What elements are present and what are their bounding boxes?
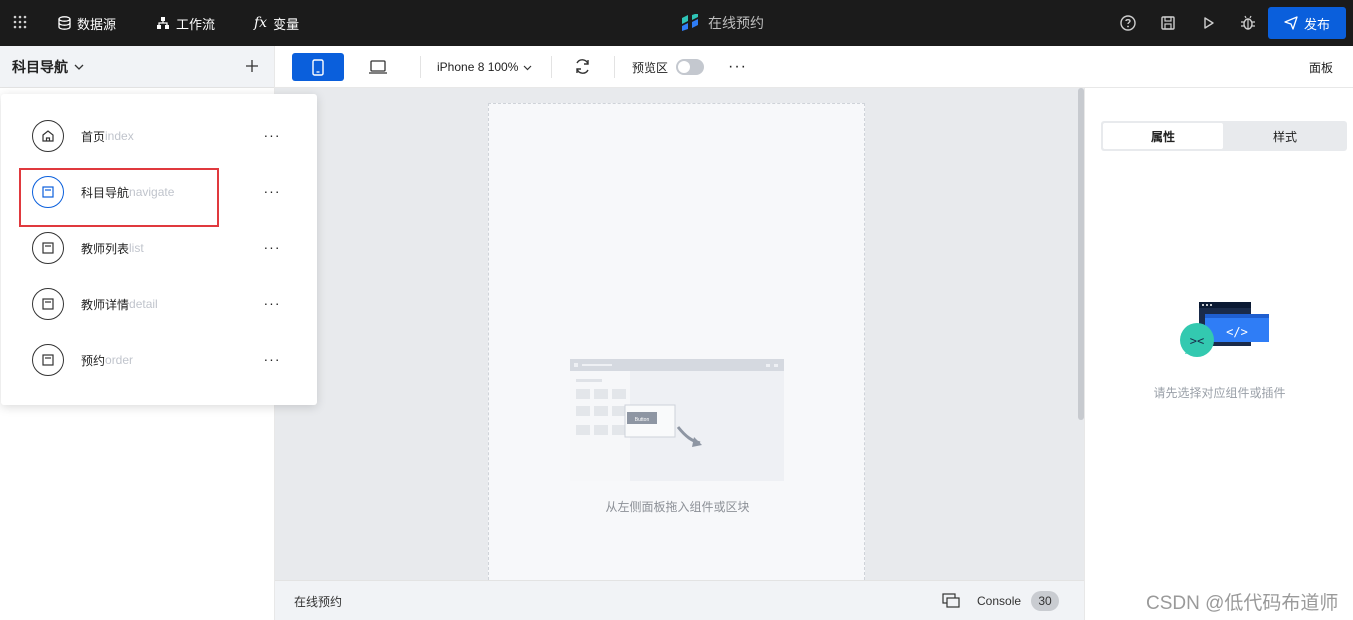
laptop-icon	[369, 60, 387, 74]
select-component-hint: 请先选择对应组件或插件	[1153, 386, 1286, 400]
design-canvas[interactable]: Button 从左侧面板拖入组件或区块	[275, 88, 1084, 580]
canvas-toolbar: iPhone 8 100% 预览区 ···	[275, 46, 1353, 88]
console-label: Console	[977, 594, 1022, 608]
page-item-order[interactable]: 预约 order ···	[1, 333, 317, 383]
workflow-icon	[157, 17, 169, 29]
selection-highlight-box	[19, 168, 219, 227]
phone-frame[interactable]: Button 从左侧面板拖入组件或区块	[488, 103, 865, 580]
page-item-name: 教师详情 detail	[81, 277, 158, 331]
database-icon	[58, 16, 71, 30]
nav-datasource-label: 数据源	[77, 16, 117, 32]
page-route: detail	[129, 297, 158, 311]
more-options-icon[interactable]: ···	[263, 350, 281, 368]
more-options-icon[interactable]: ···	[263, 238, 281, 256]
page-icon-wrap	[32, 288, 64, 320]
page-route: index	[105, 129, 134, 143]
page-title: 教师详情	[81, 297, 130, 312]
page-icon-wrap	[32, 120, 64, 152]
drag-illustration: Button	[570, 359, 784, 481]
page-icon	[42, 242, 54, 254]
phone-icon	[312, 58, 324, 76]
nav-variables-label: 变量	[273, 16, 300, 32]
svg-text:</>: </>	[1226, 325, 1248, 339]
fx-icon: fx	[254, 15, 268, 31]
more-options-icon[interactable]: ···	[263, 182, 281, 200]
app-logo-icon	[682, 14, 698, 31]
page-title: 首页	[81, 129, 106, 144]
toolbar-divider	[551, 56, 552, 78]
chevron-down-icon	[74, 64, 84, 70]
current-page-label: 科目导航	[12, 59, 68, 75]
code-illustration-icon: </> ><	[1180, 302, 1269, 357]
play-icon[interactable]	[1199, 14, 1217, 32]
page-item-name: 预约 order	[81, 333, 133, 387]
page-item-name: 教师列表 list	[81, 221, 144, 275]
toolbar-divider	[614, 56, 615, 78]
page-route: order	[105, 353, 134, 367]
property-panel: 属性 样式 </> >< 请先选择对应组件或插件	[1084, 88, 1353, 620]
tab-properties[interactable]: 属性	[1103, 123, 1223, 149]
page-title: 教师列表	[81, 241, 130, 256]
plus-icon	[246, 60, 258, 72]
more-options-icon[interactable]: ···	[263, 294, 281, 312]
add-page-button[interactable]	[243, 56, 261, 76]
page-list-popup: 首页 index ··· 科目导航 navigate ··· 教师列表 list ··…	[1, 94, 317, 405]
page-icon-wrap	[32, 232, 64, 264]
debug-bug-icon[interactable]	[1239, 14, 1257, 32]
desktop-view-button[interactable]	[352, 53, 404, 81]
help-icon[interactable]	[1119, 14, 1137, 32]
app-title-text: 在线预约	[708, 15, 764, 31]
page-title: 预约	[81, 353, 106, 368]
publish-button[interactable]: 发布	[1268, 7, 1346, 39]
device-select[interactable]: iPhone 8 100%	[437, 46, 532, 88]
nav-workflow[interactable]: 工作流	[156, 0, 215, 46]
apps-grid-icon[interactable]	[12, 14, 28, 30]
refresh-icon[interactable]	[574, 58, 591, 75]
nav-workflow-label: 工作流	[176, 16, 216, 32]
app-title: 在线预约	[680, 0, 764, 46]
page-icon	[42, 354, 54, 366]
property-tabs: 属性 样式	[1101, 121, 1347, 151]
page-icon-wrap	[32, 344, 64, 376]
more-options-icon[interactable]: ···	[263, 126, 281, 144]
preview-label: 预览区	[632, 60, 669, 75]
console-count-badge: 30	[1031, 591, 1060, 611]
device-select-label: iPhone 8 100%	[437, 60, 519, 74]
drag-button-label: Button	[635, 417, 650, 423]
console-button[interactable]: Console 30	[977, 581, 1060, 620]
empty-canvas-hint: 从左侧面板拖入组件或区块	[605, 500, 750, 514]
panel-toggle[interactable]: 面板	[1309, 46, 1333, 88]
publish-label: 发布	[1303, 16, 1330, 32]
save-icon[interactable]	[1159, 14, 1177, 32]
toolbar-divider	[420, 56, 421, 78]
page-icon	[42, 298, 54, 310]
page-route: list	[129, 241, 144, 255]
page-item-detail[interactable]: 教师详情 detail ···	[1, 277, 317, 327]
preview-toggle[interactable]	[676, 59, 704, 75]
nav-variables[interactable]: fx 变量	[254, 0, 299, 46]
send-icon	[1284, 16, 1298, 30]
tab-styles[interactable]: 样式	[1225, 123, 1345, 149]
page-item-name: 首页 index	[81, 109, 134, 163]
nav-datasource[interactable]: 数据源	[58, 0, 116, 46]
status-app-name: 在线预约	[294, 594, 343, 609]
svg-text:><: ><	[1190, 334, 1204, 348]
chevron-down-icon	[523, 65, 532, 70]
page-selector-bar: 科目导航	[0, 46, 274, 88]
page-item-list[interactable]: 教师列表 list ···	[1, 221, 317, 271]
top-bar: 数据源 工作流 fx 变量 在线预约 发布	[0, 0, 1353, 46]
home-icon	[42, 130, 54, 142]
page-item-index[interactable]: 首页 index ···	[1, 109, 317, 159]
screens-icon[interactable]	[942, 593, 960, 609]
more-options-icon[interactable]: ···	[728, 46, 747, 88]
page-selector[interactable]: 科目导航	[12, 46, 84, 88]
watermark: CSDN @低代码布道师	[1146, 593, 1339, 614]
status-bar: 在线预约 Console 30	[275, 580, 1084, 620]
mobile-view-button[interactable]	[292, 53, 344, 81]
